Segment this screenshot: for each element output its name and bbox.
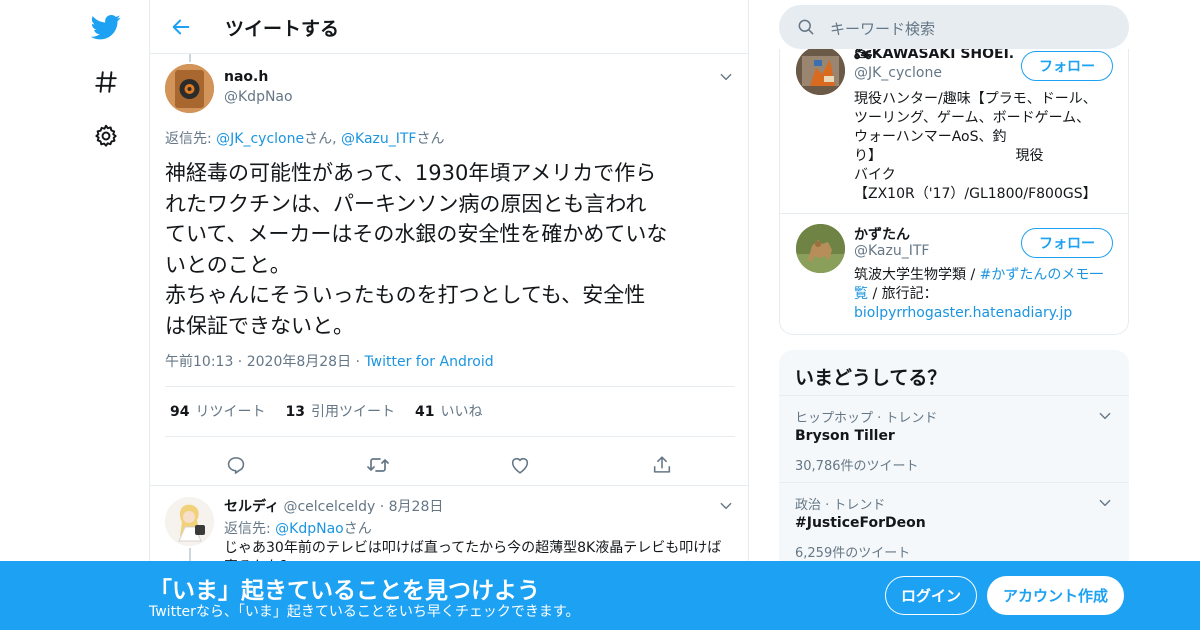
user-bio: 筑波大学生物学類 / #かずたんのメモ一覧 / 旅行記：biolpyrrhoga… — [854, 266, 1116, 323]
user-name[interactable]: かずたん — [854, 224, 1014, 244]
user-handle[interactable]: @JK_cyclone — [854, 65, 942, 81]
trend-tweet-count: 6,259件のツイート — [795, 546, 911, 561]
trend-menu-chevron-down-icon[interactable] — [1095, 493, 1115, 513]
reply-to-prefix: 返信先: — [165, 131, 217, 147]
trend-name: #JusticeForDeon — [795, 515, 926, 531]
signup-button[interactable]: アカウント作成 — [987, 576, 1124, 615]
trend-tweet-count: 30,786件のツイート — [795, 459, 919, 474]
tweet-source-link[interactable]: Twitter for Android — [364, 354, 493, 370]
reply-to-line: 返信先: @JK_cycloneさん, @Kazu_ITFさん — [165, 128, 444, 148]
author-handle[interactable]: @KdpNao — [224, 89, 293, 105]
like-label: いいね — [440, 404, 483, 420]
twitter-logo-icon[interactable] — [88, 9, 124, 45]
tweet-actions — [150, 447, 748, 483]
tweet-menu-chevron-down-icon[interactable] — [716, 67, 736, 87]
author-avatar[interactable] — [165, 64, 214, 113]
retweet-icon[interactable] — [362, 449, 394, 481]
like-count: 41 — [414, 404, 435, 420]
left-nav — [80, 0, 132, 630]
signup-banner: 「いま」起きていることを見つけよう Twitterなら、「いま」起きていることを… — [0, 561, 1200, 630]
reply-author-handle[interactable]: @celcelceldy — [283, 499, 375, 515]
trend-category: ヒップホップ · トレンド — [795, 411, 938, 426]
trends-panel: いまどうしてる？ ヒップホップ · トレンド Bryson Tiller 30,… — [779, 350, 1129, 590]
follow-button[interactable]: フォロー — [1021, 228, 1113, 258]
author-name[interactable]: nao.h — [224, 69, 268, 85]
tweet-time[interactable]: 午前10:13 — [165, 354, 233, 370]
reply-to-prefix: 返信先: — [224, 521, 276, 537]
tweet-text: 神経毒の可能性があって、1930年頃アメリカで作ら れたワクチンは、パーキンソン… — [165, 161, 668, 338]
banner-title: 「いま」起きていることを見つけよう — [149, 578, 540, 604]
explore-hashtag-icon[interactable] — [88, 64, 124, 100]
retweet-count: 94 — [170, 404, 190, 420]
back-arrow-icon[interactable] — [166, 12, 196, 42]
like-heart-icon[interactable] — [504, 449, 536, 481]
reply-to-separator: , — [332, 131, 342, 147]
reply-author-avatar[interactable] — [165, 497, 214, 546]
divider — [780, 213, 1128, 214]
main-column: ツイートする nao.h @KdpNao 返信先: @JK_cycloneさん,… — [149, 0, 749, 630]
login-button[interactable]: ログイン — [885, 576, 977, 615]
main-header: ツイートする — [150, 0, 748, 54]
reply-to-honorific: さん — [416, 131, 445, 147]
meta-dot: · — [351, 354, 365, 370]
settings-gear-icon[interactable] — [88, 118, 124, 154]
thread-connector-line — [189, 54, 191, 62]
user-avatar[interactable] — [796, 224, 845, 273]
trend-category: 政治 · トレンド — [795, 498, 886, 513]
user-name[interactable]: 🏍KAWASAKI SHOEI... — [854, 49, 1014, 62]
search-icon — [796, 17, 816, 41]
reply-to-user-jk-cyclone[interactable]: @JK_cyclone — [216, 131, 304, 147]
meta-dot: · — [375, 499, 389, 515]
reply-to-honorific: さん — [304, 131, 333, 147]
user-avatar[interactable] — [796, 49, 845, 95]
reply-date[interactable]: 8月28日 — [389, 499, 444, 515]
quote-count-link[interactable]: 13 引用ツイート — [285, 401, 394, 421]
search-placeholder: キーワード検索 — [830, 20, 936, 38]
retweet-label: リツイート — [195, 404, 266, 420]
reply-to-user-kdpnao[interactable]: @KdpNao — [275, 521, 344, 537]
reply-header: セルディ @celcelceldy · 8月28日 — [224, 496, 443, 516]
quote-count: 13 — [285, 404, 305, 420]
quote-label: 引用ツイート — [310, 404, 395, 420]
reply-bubble-icon[interactable] — [220, 449, 252, 481]
trend-item[interactable]: 政治 · トレンド #JusticeForDeon 6,259件のツイート — [779, 482, 1129, 569]
page-title: ツイートする — [225, 18, 340, 40]
reply-to-line: 返信先: @KdpNaoさん — [224, 518, 372, 538]
trend-item[interactable]: ヒップホップ · トレンド Bryson Tiller 30,786件のツイート — [779, 395, 1129, 482]
like-count-link[interactable]: 41 いいね — [415, 401, 482, 421]
meta-dot: · — [233, 354, 247, 370]
tweet-meta: 午前10:13 · 2020年8月28日 · Twitter for Andro… — [165, 351, 494, 371]
divider — [165, 436, 735, 437]
trends-title: いまどうしてる？ — [795, 367, 947, 389]
tweet-date[interactable]: 2020年8月28日 — [247, 354, 351, 370]
search-input[interactable]: キーワード検索 — [779, 5, 1129, 49]
user-bio: 現役ハンター/趣味【プラモ、ドール、 ツーリング、ゲーム、ボードゲーム、 ウォー… — [854, 91, 1097, 202]
retweet-count-link[interactable]: 94 リツイート — [170, 401, 265, 421]
bio-text: 筑波大学生物学類 / — [854, 267, 980, 283]
tweet-stats: 94 リツイート 13 引用ツイート 41 いいね — [170, 401, 482, 421]
follow-button[interactable]: フォロー — [1021, 51, 1113, 81]
trend-name: Bryson Tiller — [795, 428, 895, 444]
share-icon[interactable] — [646, 449, 678, 481]
banner-subtitle: Twitterなら、「いま」起きていることをいち早くチェックできます。 — [149, 604, 580, 620]
trend-menu-chevron-down-icon[interactable] — [1095, 406, 1115, 426]
divider — [165, 386, 735, 387]
bio-text: / 旅行記： — [868, 286, 938, 302]
reply-to-honorific: さん — [343, 521, 372, 537]
reply-author-name[interactable]: セルディ — [224, 499, 279, 515]
related-users-card: 🏍KAWASAKI SHOEI... @JK_cyclone フォロー 現役ハン… — [779, 49, 1129, 335]
reply-menu-chevron-down-icon[interactable] — [716, 496, 736, 516]
reply-to-user-kazu-itf[interactable]: @Kazu_ITF — [341, 131, 416, 147]
user-handle[interactable]: @Kazu_ITF — [854, 243, 929, 259]
bio-url-link[interactable]: biolpyrrhogaster.hatenadiary.jp — [854, 305, 1072, 321]
